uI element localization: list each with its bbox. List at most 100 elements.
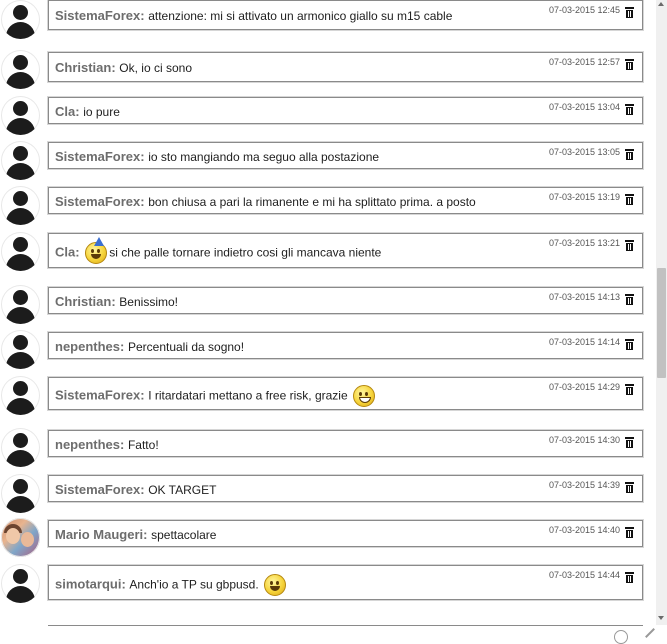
message-bubble: SistemaForex: attenzione: mi si attivato… bbox=[48, 0, 643, 30]
message-bubble: Christian: Ok, io ci sono 07-03-2015 12:5… bbox=[48, 52, 643, 82]
message-author[interactable]: Mario Maugeri: spettacolare bbox=[55, 527, 216, 542]
message-author[interactable]: Christian: Benissimo! bbox=[55, 294, 178, 309]
trash-icon[interactable] bbox=[625, 384, 634, 395]
message-bubble: Cla: io pure 07-03-2015 13:04 bbox=[48, 97, 643, 124]
trash-icon[interactable] bbox=[625, 149, 634, 160]
message-text: attenzione: mi si attivato un armonico g… bbox=[148, 9, 453, 23]
trash-icon[interactable] bbox=[625, 572, 634, 583]
message-text: Percentuali da sogno! bbox=[127, 340, 245, 354]
message-author[interactable]: SistemaForex: attenzione: mi si attivato… bbox=[55, 8, 452, 23]
author-name[interactable]: Christian: bbox=[55, 60, 116, 75]
message-author[interactable]: Cla: io pure bbox=[55, 104, 120, 119]
message-timestamp: 07-03-2015 13:05 bbox=[548, 147, 620, 157]
message-bubble: Christian: Benissimo! 07-03-2015 14:13 bbox=[48, 287, 643, 314]
message-timestamp: 07-03-2015 14:13 bbox=[548, 292, 620, 302]
default-user-avatar-icon bbox=[1, 474, 40, 513]
message-author[interactable]: simotarqui: Anch'io a TP su gbpusd. bbox=[55, 574, 288, 596]
trash-icon[interactable] bbox=[625, 194, 634, 205]
message-timestamp: 07-03-2015 14:40 bbox=[548, 525, 620, 535]
smile-emoji-icon bbox=[264, 574, 287, 596]
author-name[interactable]: Mario Maugeri: bbox=[55, 527, 147, 542]
author-name[interactable]: SistemaForex: bbox=[55, 194, 145, 209]
default-user-avatar-icon bbox=[1, 428, 40, 467]
message-timestamp: 07-03-2015 12:45 bbox=[548, 5, 620, 15]
author-name[interactable]: nepenthes: bbox=[55, 339, 124, 354]
message-bubble: SistemaForex: bon chiusa a pari la riman… bbox=[48, 187, 643, 214]
scroll-down-arrow-icon[interactable] bbox=[658, 616, 664, 620]
message-text: Fatto! bbox=[127, 438, 159, 452]
message-bubble: Cla: si che palle tornare indietro cosi … bbox=[48, 233, 643, 268]
message-bubble: SistemaForex: OK TARGET 07-03-2015 14:39 bbox=[48, 475, 643, 502]
message-bubble: Mario Maugeri: spettacolare 07-03-2015 14… bbox=[48, 520, 643, 547]
message-author[interactable]: Cla: si che palle tornare indietro cosi … bbox=[55, 237, 382, 264]
scroll-up-arrow-icon[interactable] bbox=[658, 2, 664, 6]
default-user-avatar-icon bbox=[1, 50, 40, 89]
default-user-avatar-icon bbox=[1, 564, 40, 603]
message-author[interactable]: nepenthes: Fatto! bbox=[55, 437, 159, 452]
trash-icon[interactable] bbox=[625, 482, 634, 493]
party-emoji-icon bbox=[85, 237, 108, 264]
default-user-avatar-icon bbox=[1, 141, 40, 180]
default-user-avatar-icon bbox=[1, 232, 40, 271]
message-text: spettacolare bbox=[151, 528, 217, 542]
trash-icon[interactable] bbox=[625, 104, 634, 115]
default-user-avatar-icon bbox=[1, 285, 40, 324]
default-user-avatar-icon bbox=[1, 330, 40, 369]
message-text: bon chiusa a pari la rimanente e mi ha s… bbox=[148, 195, 476, 209]
message-author[interactable]: Christian: Ok, io ci sono bbox=[55, 60, 192, 75]
message-bubble: SistemaForex: io sto mangiando ma seguo … bbox=[48, 142, 643, 169]
message-timestamp: 07-03-2015 12:57 bbox=[548, 57, 620, 67]
author-name[interactable]: SistemaForex: bbox=[55, 387, 145, 402]
message-bubble: simotarqui: Anch'io a TP su gbpusd. 07-0… bbox=[48, 565, 643, 600]
message-timestamp: 07-03-2015 13:04 bbox=[548, 102, 620, 112]
default-user-avatar-icon bbox=[1, 96, 40, 135]
user-photo-avatar bbox=[1, 518, 40, 557]
message-author[interactable]: SistemaForex: I ritardatari mettano a fr… bbox=[55, 385, 377, 407]
scroll-thumb[interactable] bbox=[657, 268, 666, 378]
message-bubble: nepenthes: Fatto! 07-03-2015 14:30 bbox=[48, 430, 643, 457]
message-bubble: SistemaForex: I ritardatari mettano a fr… bbox=[48, 377, 643, 410]
message-text: io pure bbox=[83, 105, 120, 119]
author-name[interactable]: Christian: bbox=[55, 294, 116, 309]
message-author[interactable]: nepenthes: Percentuali da sogno! bbox=[55, 339, 244, 354]
next-message-edge bbox=[48, 625, 643, 626]
message-bubble: nepenthes: Percentuali da sogno! 07-03-20… bbox=[48, 332, 643, 359]
message-timestamp: 07-03-2015 14:29 bbox=[548, 382, 620, 392]
message-author[interactable]: SistemaForex: bon chiusa a pari la riman… bbox=[55, 194, 476, 209]
message-text: Ok, io ci sono bbox=[119, 61, 192, 75]
composer-bar bbox=[0, 625, 667, 640]
message-timestamp: 07-03-2015 14:30 bbox=[548, 435, 620, 445]
grin-emoji-icon bbox=[353, 385, 376, 407]
author-name[interactable]: SistemaForex: bbox=[55, 482, 145, 497]
message-text: io sto mangiando ma seguo alla postazion… bbox=[148, 150, 380, 164]
message-author[interactable]: SistemaForex: io sto mangiando ma seguo … bbox=[55, 149, 379, 164]
message-text: si che palle tornare indietro cosi gli m… bbox=[109, 245, 382, 260]
trash-icon[interactable] bbox=[625, 437, 634, 448]
message-timestamp: 07-03-2015 14:14 bbox=[548, 337, 620, 347]
trash-icon[interactable] bbox=[625, 59, 634, 70]
trash-icon[interactable] bbox=[625, 294, 634, 305]
vertical-scrollbar[interactable] bbox=[656, 0, 667, 625]
author-name[interactable]: Cla: bbox=[55, 244, 80, 259]
author-name[interactable]: nepenthes: bbox=[55, 437, 124, 452]
author-name[interactable]: SistemaForex: bbox=[55, 149, 145, 164]
message-timestamp: 07-03-2015 13:19 bbox=[548, 192, 620, 202]
message-timestamp: 07-03-2015 14:44 bbox=[548, 570, 620, 580]
chat-message-list: SistemaForex: attenzione: mi si attivato… bbox=[0, 0, 656, 640]
trash-icon[interactable] bbox=[625, 339, 634, 350]
author-name[interactable]: SistemaForex: bbox=[55, 8, 145, 23]
trash-icon[interactable] bbox=[625, 7, 634, 18]
message-author[interactable]: SistemaForex: OK TARGET bbox=[55, 482, 216, 497]
default-user-avatar-icon bbox=[1, 376, 40, 415]
author-name[interactable]: simotarqui: bbox=[55, 576, 126, 591]
smiley-icon[interactable] bbox=[614, 630, 628, 644]
message-timestamp: 07-03-2015 14:39 bbox=[548, 480, 620, 490]
message-text: Benissimo! bbox=[119, 295, 178, 309]
default-user-avatar-icon bbox=[1, 0, 40, 39]
message-text: I ritardatari mettano a free risk, grazi… bbox=[148, 388, 348, 403]
message-timestamp: 07-03-2015 13:21 bbox=[548, 238, 620, 248]
message-text: OK TARGET bbox=[148, 483, 217, 497]
trash-icon[interactable] bbox=[625, 527, 634, 538]
trash-icon[interactable] bbox=[625, 240, 634, 251]
author-name[interactable]: Cla: bbox=[55, 104, 80, 119]
